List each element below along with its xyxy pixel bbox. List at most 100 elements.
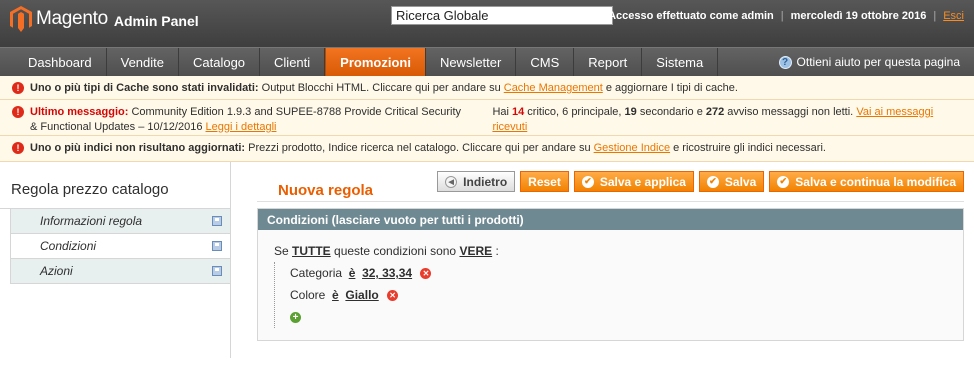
condition-operator[interactable]: è bbox=[349, 266, 356, 280]
condition-attribute: Colore bbox=[290, 288, 326, 302]
critical-count: 14 bbox=[512, 106, 525, 118]
nav-item-report[interactable]: Report bbox=[574, 48, 643, 76]
message-text: e ricostruire gli indici necessari. bbox=[670, 142, 826, 154]
back-arrow-icon: ◀ bbox=[445, 175, 458, 188]
save-continue-button[interactable]: ✔ Salva e continua la modifica bbox=[769, 171, 964, 192]
nav-item-vendite[interactable]: Vendite bbox=[107, 48, 179, 76]
cache-management-link[interactable]: Cache Management bbox=[504, 82, 603, 94]
separator: | bbox=[933, 10, 937, 22]
current-date: mercoledì 19 ottobre 2016 bbox=[790, 10, 927, 22]
login-status: Accesso effettuato come admin bbox=[608, 10, 774, 22]
back-button-label: Indietro bbox=[463, 174, 508, 189]
tab-label: Condizioni bbox=[40, 239, 97, 253]
message-text: avviso messaggi non letti. bbox=[724, 106, 857, 118]
rule-root: Se TUTTE queste condizioni sono VERE : bbox=[274, 240, 947, 262]
check-icon: ✔ bbox=[777, 175, 790, 188]
index-message: ! Uno o più indici non risultano aggiorn… bbox=[0, 136, 974, 162]
button-bar: ◀ Indietro Reset ✔ Salva e applica ✔ Salva … bbox=[437, 171, 964, 192]
help-label: Ottieni aiuto per questa pagina bbox=[796, 55, 960, 69]
nav-item-dashboard[interactable]: Dashboard bbox=[0, 48, 107, 76]
add-condition-row: + bbox=[290, 306, 947, 328]
index-management-link[interactable]: Gestione Indice bbox=[594, 142, 670, 154]
message-text: critico bbox=[524, 106, 557, 118]
nav-item-cms[interactable]: CMS bbox=[516, 48, 575, 76]
magento-logo[interactable]: Magento Admin Panel bbox=[10, 6, 199, 32]
condition-attribute: Categoria bbox=[290, 266, 343, 280]
aggregator-select[interactable]: TUTTE bbox=[292, 244, 331, 258]
message-text: secondario e bbox=[636, 106, 706, 118]
content-area: Regola prezzo catalogo Informazioni rego… bbox=[0, 162, 974, 358]
help-link[interactable]: ? Ottieni aiuto per questa pagina bbox=[778, 48, 960, 76]
nav-item-catalogo[interactable]: Catalogo bbox=[179, 48, 261, 76]
title-row: Nuova regola ◀ Indietro Reset ✔ Salva e ap… bbox=[257, 169, 964, 202]
minor-count: 19 bbox=[624, 106, 637, 118]
save-button[interactable]: ✔ Salva bbox=[698, 171, 765, 192]
message-title: Ultimo messaggio: bbox=[30, 106, 129, 118]
add-condition-icon[interactable]: + bbox=[290, 312, 301, 324]
tab-informazioni-regola[interactable]: Informazioni regola bbox=[10, 209, 231, 234]
error-icon: ! bbox=[12, 142, 24, 154]
nav-item-newsletter[interactable]: Newsletter bbox=[426, 48, 517, 76]
rule-text: queste condizioni sono bbox=[330, 244, 460, 258]
condition-value[interactable]: Giallo bbox=[345, 288, 378, 302]
latest-message: ! Ultimo messaggio: Community Edition 1.… bbox=[0, 100, 974, 136]
save-icon bbox=[212, 266, 222, 276]
check-icon: ✔ bbox=[706, 175, 719, 188]
save-label: Salva bbox=[724, 174, 757, 189]
condition-value[interactable]: 32, 33,34 bbox=[362, 266, 412, 280]
main-panel: Nuova regola ◀ Indietro Reset ✔ Salva e ap… bbox=[257, 169, 964, 341]
tab-label: Azioni bbox=[40, 264, 73, 278]
reset-button-label: Reset bbox=[528, 174, 561, 189]
sidebar: Regola prezzo catalogo Informazioni rego… bbox=[0, 169, 231, 284]
save-apply-label: Salva e applica bbox=[599, 174, 686, 189]
tab-condizioni[interactable]: Condizioni bbox=[10, 234, 231, 259]
save-continue-label: Salva e continua la modifica bbox=[795, 174, 956, 189]
notice-count: 272 bbox=[705, 106, 725, 118]
read-details-link[interactable]: Leggi i dettagli bbox=[206, 121, 277, 133]
conditions-tree: Categoria è 32, 33,34 ✕ Colore è Giallo … bbox=[274, 262, 947, 328]
header: Magento Admin Panel Accesso effettuato c… bbox=[0, 0, 974, 47]
condition-row: Colore è Giallo ✕ bbox=[290, 284, 947, 306]
condition-row: Categoria è 32, 33,34 ✕ bbox=[290, 262, 947, 284]
conditions-section: Condizioni (lasciare vuoto per tutti i p… bbox=[257, 208, 964, 341]
save-icon bbox=[212, 216, 222, 226]
main-nav: Dashboard Vendite Catalogo Clienti Promo… bbox=[0, 47, 974, 76]
message-title: Uno o più tipi di Cache sono stati inval… bbox=[30, 82, 259, 94]
header-info: Accesso effettuato come admin | mercoled… bbox=[608, 10, 964, 22]
back-button[interactable]: ◀ Indietro bbox=[437, 171, 516, 192]
brand-name: Magento bbox=[36, 8, 108, 29]
nav-item-sistema[interactable]: Sistema bbox=[642, 48, 719, 76]
nav-item-clienti[interactable]: Clienti bbox=[260, 48, 326, 76]
save-apply-button[interactable]: ✔ Salva e applica bbox=[573, 171, 694, 192]
sidebar-divider bbox=[230, 162, 231, 358]
remove-condition-icon[interactable]: ✕ bbox=[387, 290, 399, 302]
cache-message: ! Uno o più tipi di Cache sono stati inv… bbox=[0, 76, 974, 100]
condition-operator[interactable]: è bbox=[332, 288, 339, 302]
logout-link[interactable]: Esci bbox=[943, 10, 964, 22]
rule-text: : bbox=[492, 244, 499, 258]
error-icon: ! bbox=[12, 106, 24, 118]
save-icon bbox=[212, 241, 222, 251]
reset-button[interactable]: Reset bbox=[520, 171, 569, 192]
system-messages: ! Uno o più tipi di Cache sono stati inv… bbox=[0, 76, 974, 162]
nav-item-promozioni[interactable]: Promozioni bbox=[325, 48, 426, 76]
message-text: , 6 principale, bbox=[556, 106, 625, 118]
conditions-body: Se TUTTE queste condizioni sono VERE : C… bbox=[258, 230, 963, 340]
magento-logo-icon bbox=[10, 6, 32, 32]
message-title: Uno o più indici non risultano aggiornat… bbox=[30, 142, 246, 154]
separator: | bbox=[780, 10, 784, 22]
message-text: Hai bbox=[492, 106, 512, 118]
help-icon: ? bbox=[778, 55, 792, 69]
remove-condition-icon[interactable]: ✕ bbox=[420, 268, 432, 280]
sidebar-title: Regola prezzo catalogo bbox=[0, 169, 231, 209]
page-title: Nuova regola bbox=[278, 181, 374, 199]
value-select[interactable]: VERE bbox=[459, 244, 492, 258]
section-title: Condizioni (lasciare vuoto per tutti i p… bbox=[258, 209, 963, 230]
rule-text: Se bbox=[274, 244, 293, 258]
message-text: Output Blocchi HTML. Cliccare qui per an… bbox=[258, 82, 504, 94]
tab-label: Informazioni regola bbox=[40, 214, 143, 228]
tab-azioni[interactable]: Azioni bbox=[10, 259, 231, 284]
global-search-input[interactable] bbox=[391, 6, 613, 25]
error-icon: ! bbox=[12, 82, 24, 94]
panel-label: Admin Panel bbox=[113, 12, 199, 29]
